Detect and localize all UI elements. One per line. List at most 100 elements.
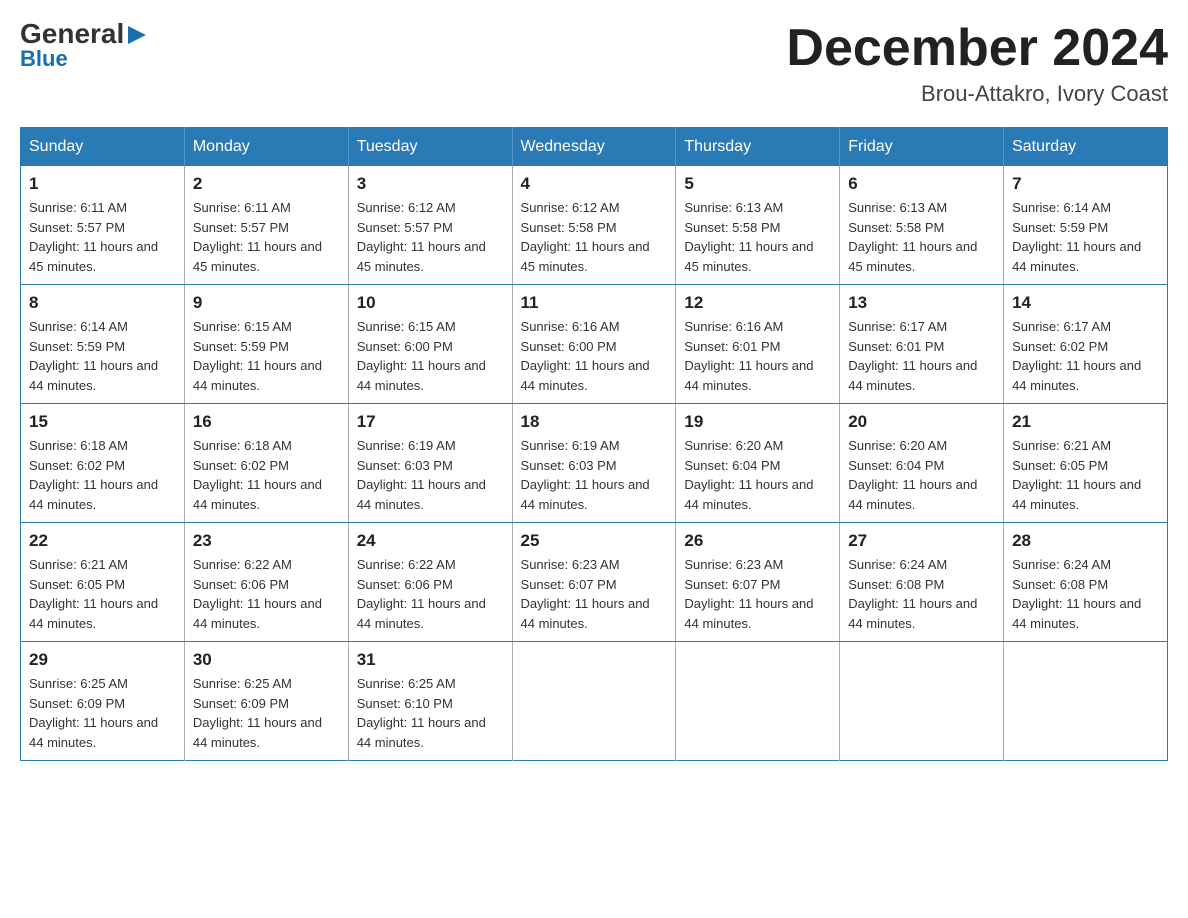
logo-arrow-icon bbox=[126, 24, 148, 46]
day-info: Sunrise: 6:24 AMSunset: 6:08 PMDaylight:… bbox=[1012, 555, 1159, 633]
day-info: Sunrise: 6:13 AMSunset: 5:58 PMDaylight:… bbox=[848, 198, 995, 276]
table-row: 26 Sunrise: 6:23 AMSunset: 6:07 PMDayligh… bbox=[676, 523, 840, 642]
day-number: 26 bbox=[684, 531, 831, 551]
logo-blue-text: Blue bbox=[20, 46, 68, 72]
day-number: 17 bbox=[357, 412, 504, 432]
day-info: Sunrise: 6:25 AMSunset: 6:09 PMDaylight:… bbox=[29, 674, 176, 752]
col-friday: Friday bbox=[840, 128, 1004, 167]
table-row: 23 Sunrise: 6:22 AMSunset: 6:06 PMDayligh… bbox=[184, 523, 348, 642]
day-number: 15 bbox=[29, 412, 176, 432]
day-info: Sunrise: 6:12 AMSunset: 5:58 PMDaylight:… bbox=[521, 198, 668, 276]
table-row: 2 Sunrise: 6:11 AMSunset: 5:57 PMDaylight… bbox=[184, 166, 348, 285]
day-info: Sunrise: 6:16 AMSunset: 6:00 PMDaylight:… bbox=[521, 317, 668, 395]
table-row: 8 Sunrise: 6:14 AMSunset: 5:59 PMDaylight… bbox=[21, 285, 185, 404]
table-row: 22 Sunrise: 6:21 AMSunset: 6:05 PMDayligh… bbox=[21, 523, 185, 642]
table-row: 9Sunrise: 6:15 AMSunset: 5:59 PMDaylight… bbox=[184, 285, 348, 404]
table-row: 29 Sunrise: 6:25 AMSunset: 6:09 PMDayligh… bbox=[21, 642, 185, 761]
day-info: Sunrise: 6:21 AMSunset: 6:05 PMDaylight:… bbox=[1012, 436, 1159, 514]
table-row: 15 Sunrise: 6:18 AMSunset: 6:02 PMDayligh… bbox=[21, 404, 185, 523]
day-number: 7 bbox=[1012, 174, 1159, 194]
col-wednesday: Wednesday bbox=[512, 128, 676, 167]
calendar-week-2: 8 Sunrise: 6:14 AMSunset: 5:59 PMDaylight… bbox=[21, 285, 1168, 404]
table-row: 7 Sunrise: 6:14 AMSunset: 5:59 PMDaylight… bbox=[1004, 166, 1168, 285]
day-number: 30 bbox=[193, 650, 340, 670]
day-info: Sunrise: 6:15 AMSunset: 6:00 PMDaylight:… bbox=[357, 317, 504, 395]
day-number: 13 bbox=[848, 293, 995, 313]
logo: General Blue bbox=[20, 20, 148, 72]
day-info: Sunrise: 6:14 AMSunset: 5:59 PMDaylight:… bbox=[1012, 198, 1159, 276]
table-row: 16 Sunrise: 6:18 AMSunset: 6:02 PMDayligh… bbox=[184, 404, 348, 523]
day-info: Sunrise: 6:23 AMSunset: 6:07 PMDaylight:… bbox=[684, 555, 831, 633]
calendar-week-1: 1 Sunrise: 6:11 AMSunset: 5:57 PMDaylight… bbox=[21, 166, 1168, 285]
day-number: 6 bbox=[848, 174, 995, 194]
table-row: 30 Sunrise: 6:25 AMSunset: 6:09 PMDayligh… bbox=[184, 642, 348, 761]
day-info: Sunrise: 6:14 AMSunset: 5:59 PMDaylight:… bbox=[29, 317, 176, 395]
day-number: 29 bbox=[29, 650, 176, 670]
month-year-title: December 2024 bbox=[786, 20, 1168, 77]
day-info: Sunrise: 6:22 AMSunset: 6:06 PMDaylight:… bbox=[193, 555, 340, 633]
table-row: 3Sunrise: 6:12 AMSunset: 5:57 PMDaylight… bbox=[348, 166, 512, 285]
table-row: 12 Sunrise: 6:16 AMSunset: 6:01 PMDayligh… bbox=[676, 285, 840, 404]
table-row bbox=[840, 642, 1004, 761]
day-number: 14 bbox=[1012, 293, 1159, 313]
day-info: Sunrise: 6:18 AMSunset: 6:02 PMDaylight:… bbox=[29, 436, 176, 514]
day-info: Sunrise: 6:11 AMSunset: 5:57 PMDaylight:… bbox=[29, 198, 176, 276]
day-info: Sunrise: 6:16 AMSunset: 6:01 PMDaylight:… bbox=[684, 317, 831, 395]
day-number: 27 bbox=[848, 531, 995, 551]
day-number: 12 bbox=[684, 293, 831, 313]
day-info: Sunrise: 6:20 AMSunset: 6:04 PMDaylight:… bbox=[848, 436, 995, 514]
calendar-table: Sunday Monday Tuesday Wednesday Thursday… bbox=[20, 127, 1168, 761]
table-row: 18Sunrise: 6:19 AMSunset: 6:03 PMDayligh… bbox=[512, 404, 676, 523]
table-row bbox=[1004, 642, 1168, 761]
day-number: 1 bbox=[29, 174, 176, 194]
table-row bbox=[676, 642, 840, 761]
table-row: 20 Sunrise: 6:20 AMSunset: 6:04 PMDayligh… bbox=[840, 404, 1004, 523]
col-thursday: Thursday bbox=[676, 128, 840, 167]
page-header: General Blue December 2024 Brou-Attakro,… bbox=[20, 20, 1168, 107]
table-row: 14 Sunrise: 6:17 AMSunset: 6:02 PMDayligh… bbox=[1004, 285, 1168, 404]
day-info: Sunrise: 6:23 AMSunset: 6:07 PMDaylight:… bbox=[521, 555, 668, 633]
title-block: December 2024 Brou-Attakro, Ivory Coast bbox=[786, 20, 1168, 107]
location-text: Brou-Attakro, Ivory Coast bbox=[786, 81, 1168, 107]
table-row: 1 Sunrise: 6:11 AMSunset: 5:57 PMDaylight… bbox=[21, 166, 185, 285]
calendar-week-3: 15 Sunrise: 6:18 AMSunset: 6:02 PMDayligh… bbox=[21, 404, 1168, 523]
day-info: Sunrise: 6:11 AMSunset: 5:57 PMDaylight:… bbox=[193, 198, 340, 276]
day-info: Sunrise: 6:17 AMSunset: 6:02 PMDaylight:… bbox=[1012, 317, 1159, 395]
table-row: 25Sunrise: 6:23 AMSunset: 6:07 PMDayligh… bbox=[512, 523, 676, 642]
col-tuesday: Tuesday bbox=[348, 128, 512, 167]
day-number: 16 bbox=[193, 412, 340, 432]
day-info: Sunrise: 6:18 AMSunset: 6:02 PMDaylight:… bbox=[193, 436, 340, 514]
col-saturday: Saturday bbox=[1004, 128, 1168, 167]
table-row: 21Sunrise: 6:21 AMSunset: 6:05 PMDayligh… bbox=[1004, 404, 1168, 523]
day-info: Sunrise: 6:17 AMSunset: 6:01 PMDaylight:… bbox=[848, 317, 995, 395]
table-row: 13 Sunrise: 6:17 AMSunset: 6:01 PMDayligh… bbox=[840, 285, 1004, 404]
day-number: 24 bbox=[357, 531, 504, 551]
day-number: 18 bbox=[521, 412, 668, 432]
day-number: 19 bbox=[684, 412, 831, 432]
table-row: 28Sunrise: 6:24 AMSunset: 6:08 PMDayligh… bbox=[1004, 523, 1168, 642]
col-monday: Monday bbox=[184, 128, 348, 167]
table-row bbox=[512, 642, 676, 761]
day-number: 9 bbox=[193, 293, 340, 313]
day-info: Sunrise: 6:24 AMSunset: 6:08 PMDaylight:… bbox=[848, 555, 995, 633]
day-number: 3 bbox=[357, 174, 504, 194]
table-row: 4 Sunrise: 6:12 AMSunset: 5:58 PMDaylight… bbox=[512, 166, 676, 285]
table-row: 19Sunrise: 6:20 AMSunset: 6:04 PMDayligh… bbox=[676, 404, 840, 523]
table-row: 24Sunrise: 6:22 AMSunset: 6:06 PMDayligh… bbox=[348, 523, 512, 642]
day-number: 20 bbox=[848, 412, 995, 432]
day-number: 22 bbox=[29, 531, 176, 551]
day-number: 2 bbox=[193, 174, 340, 194]
day-number: 4 bbox=[521, 174, 668, 194]
day-info: Sunrise: 6:21 AMSunset: 6:05 PMDaylight:… bbox=[29, 555, 176, 633]
day-number: 11 bbox=[521, 293, 668, 313]
table-row: 5Sunrise: 6:13 AMSunset: 5:58 PMDaylight… bbox=[676, 166, 840, 285]
day-number: 5 bbox=[684, 174, 831, 194]
day-number: 23 bbox=[193, 531, 340, 551]
day-number: 8 bbox=[29, 293, 176, 313]
logo-general-text: General bbox=[20, 20, 124, 48]
day-info: Sunrise: 6:25 AMSunset: 6:09 PMDaylight:… bbox=[193, 674, 340, 752]
table-row: 10Sunrise: 6:15 AMSunset: 6:00 PMDayligh… bbox=[348, 285, 512, 404]
table-row: 6 Sunrise: 6:13 AMSunset: 5:58 PMDaylight… bbox=[840, 166, 1004, 285]
calendar-header-row: Sunday Monday Tuesday Wednesday Thursday… bbox=[21, 128, 1168, 167]
table-row: 27 Sunrise: 6:24 AMSunset: 6:08 PMDayligh… bbox=[840, 523, 1004, 642]
